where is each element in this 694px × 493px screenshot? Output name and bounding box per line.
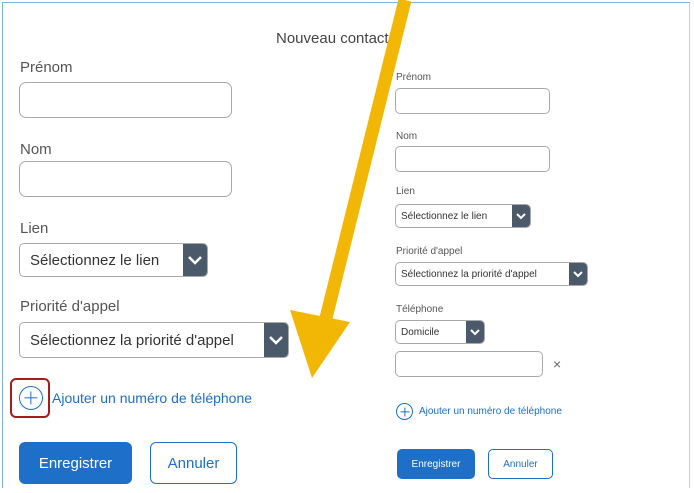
annotation-arrow xyxy=(290,0,412,378)
